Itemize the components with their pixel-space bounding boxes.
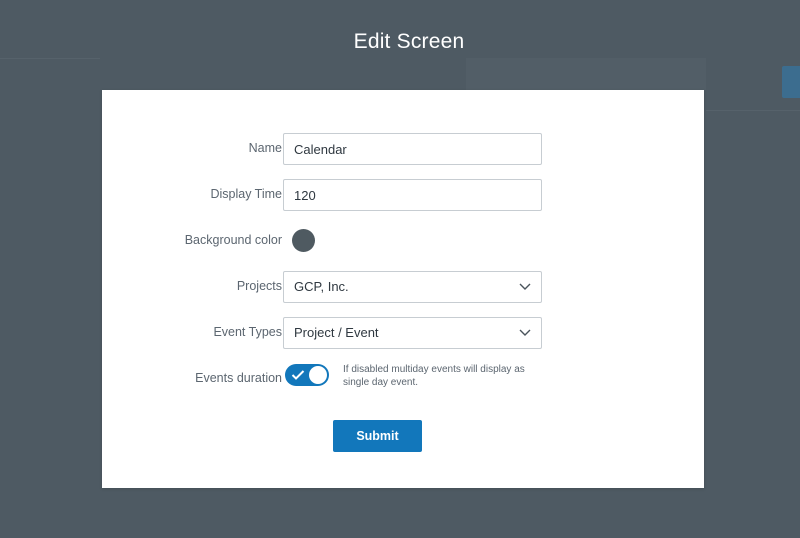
- event-types-selected-value: Project / Event: [294, 325, 379, 340]
- event-types-select[interactable]: Project / Event: [283, 317, 542, 349]
- background-panel: [0, 58, 100, 59]
- display-time-input[interactable]: [283, 179, 542, 211]
- background-button: [782, 66, 800, 98]
- name-label: Name: [248, 141, 282, 155]
- projects-selected-value: GCP, Inc.: [294, 279, 349, 294]
- name-input[interactable]: [283, 133, 542, 165]
- background-panel: [706, 110, 800, 111]
- event-types-label: Event Types: [213, 325, 282, 339]
- background-color-swatch[interactable]: [292, 229, 315, 252]
- background-panel: [466, 58, 706, 90]
- events-duration-helper-text: If disabled multiday events will display…: [343, 364, 525, 388]
- modal-title: Edit Screen: [353, 30, 465, 53]
- check-icon: [291, 370, 305, 380]
- projects-select[interactable]: GCP, Inc.: [283, 271, 542, 303]
- toggle-knob: [309, 366, 327, 384]
- background-color-label: Background color: [184, 233, 282, 247]
- chevron-down-icon: [519, 329, 531, 336]
- events-duration-toggle[interactable]: [285, 364, 329, 386]
- projects-label: Projects: [236, 279, 282, 293]
- events-duration-label: Events duration: [195, 371, 282, 385]
- submit-button[interactable]: Submit: [333, 420, 422, 452]
- display-time-label: Display Time: [210, 187, 282, 201]
- chevron-down-icon: [519, 283, 531, 290]
- edit-screen-dialog: Name Display Time Background color Proje…: [102, 90, 704, 488]
